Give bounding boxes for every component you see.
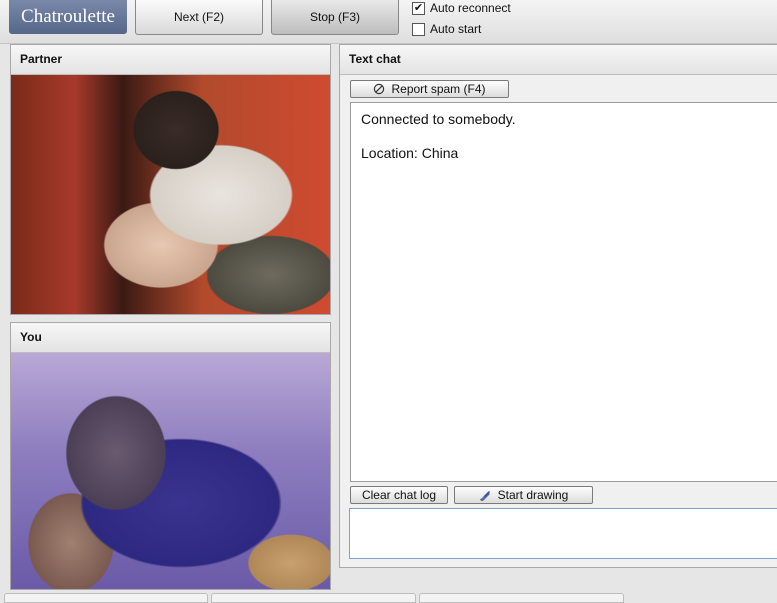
partner-video xyxy=(11,75,330,314)
logo[interactable]: Chatroulette xyxy=(9,0,127,34)
you-video xyxy=(11,353,330,589)
auto-reconnect-label: Auto reconnect xyxy=(430,1,511,15)
chat-message: Location: China xyxy=(361,145,459,161)
start-drawing-button[interactable]: Start drawing xyxy=(454,486,593,504)
text-chat-panel: Text chat Report spam (F4) Connected to … xyxy=(339,44,777,568)
stop-button[interactable]: Stop (F3) xyxy=(271,0,399,35)
partner-panel-title: Partner xyxy=(11,45,330,75)
auto-start-checkbox[interactable]: Auto start xyxy=(412,22,481,36)
auto-reconnect-checkmark-icon[interactable]: ✔ xyxy=(412,1,425,15)
you-panel: You xyxy=(10,322,331,590)
next-button[interactable]: Next (F2) xyxy=(135,0,263,35)
bottom-tab[interactable] xyxy=(211,593,416,603)
chat-message-input[interactable] xyxy=(349,508,777,559)
you-panel-title: You xyxy=(11,323,330,353)
auto-start-label: Auto start xyxy=(430,22,482,36)
chat-log: Connected to somebody. Location: China xyxy=(350,102,777,482)
partner-panel: Partner xyxy=(10,44,331,315)
chat-message: Connected to somebody. xyxy=(361,111,516,127)
auto-start-checkbox-box[interactable] xyxy=(412,22,425,36)
auto-reconnect-checkbox[interactable]: ✔ Auto reconnect xyxy=(412,1,511,15)
report-spam-button[interactable]: Report spam (F4) xyxy=(350,80,509,98)
start-drawing-label: Start drawing xyxy=(497,488,569,502)
bottom-tab[interactable] xyxy=(4,593,208,603)
bottom-tab[interactable] xyxy=(419,593,624,603)
text-chat-title: Text chat xyxy=(340,45,777,75)
clear-chat-log-button[interactable]: Clear chat log xyxy=(350,486,448,504)
report-spam-label: Report spam (F4) xyxy=(391,82,486,96)
prohibited-icon xyxy=(374,83,385,95)
top-bar: Chatroulette Next (F2) Stop (F3) ✔ Auto … xyxy=(0,0,777,44)
pencil-icon xyxy=(479,491,490,501)
